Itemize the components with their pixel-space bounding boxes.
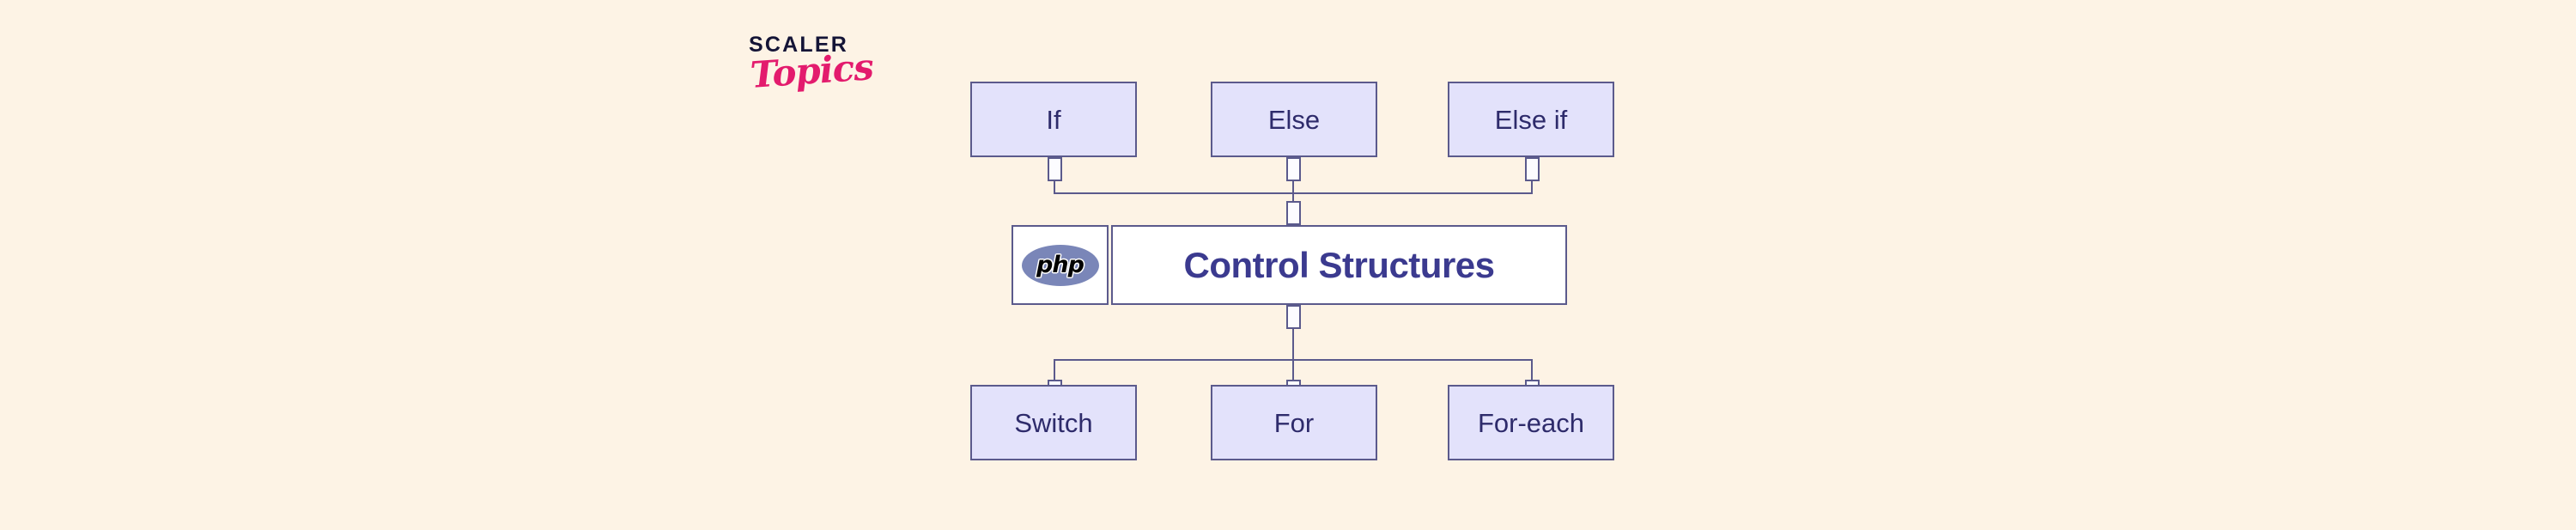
connector-stub-if (1048, 157, 1062, 181)
connector-stub-else-if (1525, 157, 1540, 181)
connector-bus-bottom (1054, 359, 1533, 361)
connector-drop-switch (1054, 359, 1055, 381)
node-else-if-label: Else if (1494, 104, 1568, 135)
php-icon-label: php (1036, 252, 1084, 278)
node-control-structures[interactable]: Control Structures (1111, 225, 1567, 305)
node-switch-label: Switch (1014, 407, 1093, 438)
diagram-canvas: SCALER Topics If Else Else if php Contro… (0, 0, 2576, 530)
node-control-structures-label: Control Structures (1183, 244, 1495, 285)
brand-tagline: Topics (749, 46, 875, 96)
node-if-label: If (1046, 104, 1061, 135)
node-for-label: For (1273, 407, 1315, 438)
node-switch[interactable]: Switch (970, 385, 1137, 460)
connector-stub-else (1286, 157, 1301, 181)
connector-drop-else-if (1531, 181, 1533, 193)
php-logo-box: php (1012, 225, 1109, 305)
connector-drop-if (1054, 181, 1055, 193)
node-for[interactable]: For (1211, 385, 1377, 460)
node-for-each[interactable]: For-each (1448, 385, 1614, 460)
node-else[interactable]: Else (1211, 82, 1377, 157)
php-icon: php (1021, 244, 1099, 286)
node-else-if[interactable]: Else if (1448, 82, 1614, 157)
connector-drop-center-bottom (1292, 329, 1294, 381)
connector-stub-center-bottom (1286, 305, 1301, 329)
scaler-topics-logo: SCALER Topics (749, 34, 920, 112)
node-for-each-label: For-each (1477, 407, 1585, 438)
node-else-label: Else (1267, 104, 1321, 135)
node-if[interactable]: If (970, 82, 1137, 157)
connector-stub-center-top (1286, 201, 1301, 225)
connector-drop-for-each (1531, 359, 1533, 381)
